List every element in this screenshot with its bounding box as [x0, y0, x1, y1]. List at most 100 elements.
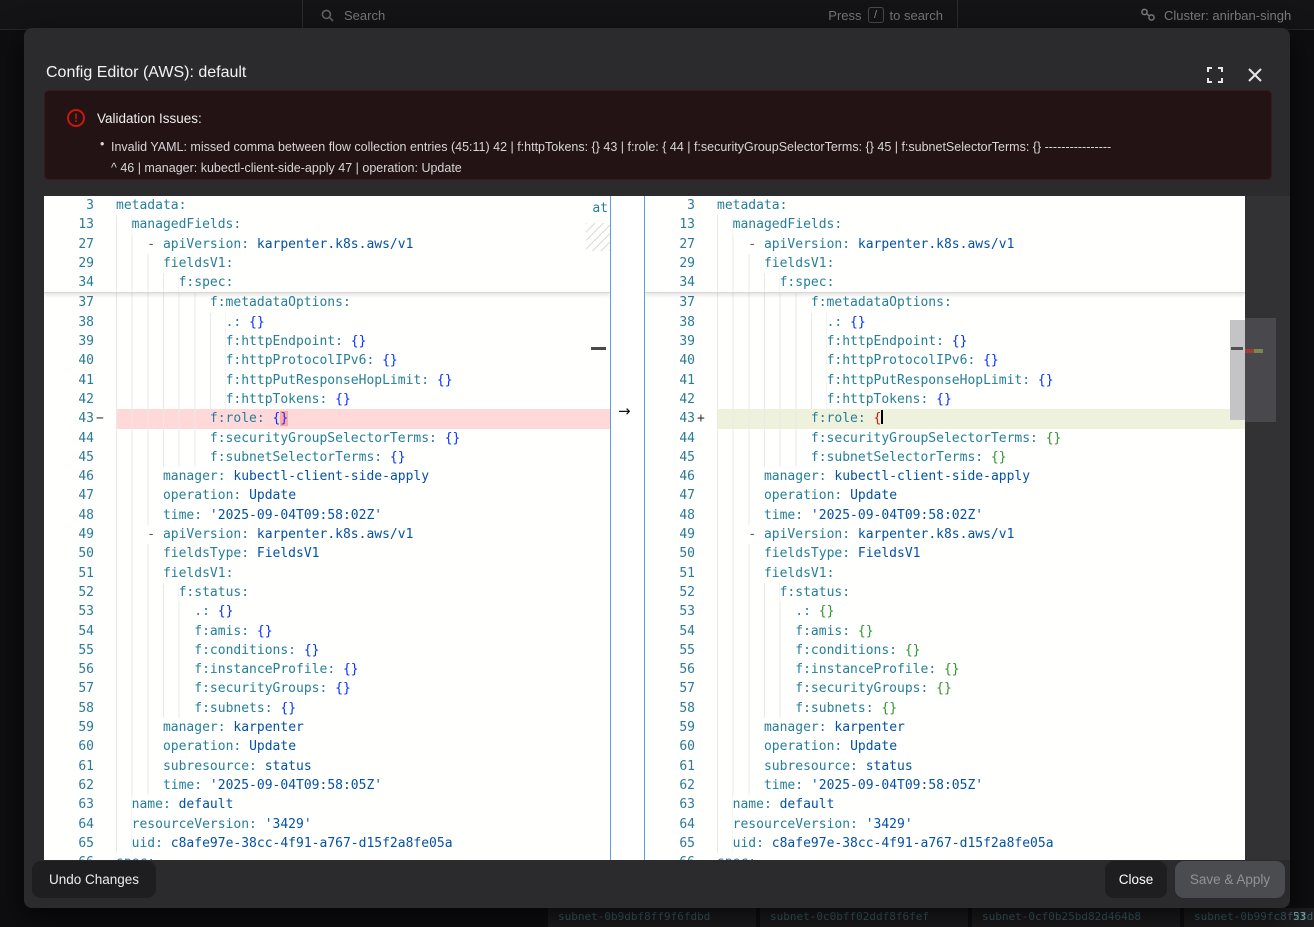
- cluster-selector[interactable]: Cluster: anirban-singh: [1140, 0, 1291, 30]
- code-line[interactable]: 55f:conditions: {}: [44, 641, 610, 660]
- line-gutter: 29: [645, 254, 717, 273]
- sticky-line[interactable]: 29fieldsV1:: [645, 254, 1245, 273]
- code-line[interactable]: 49- apiVersion: karpenter.k8s.aws/v1: [44, 525, 610, 544]
- code-line[interactable]: 45f:subnetSelectorTerms: {}: [44, 448, 610, 467]
- modified-editor-pane[interactable]: 3metadata:13managedFields:27- apiVersion…: [645, 196, 1245, 860]
- code-line[interactable]: 59manager: karpenter: [645, 718, 1245, 737]
- sticky-line[interactable]: 29fieldsV1:: [44, 254, 610, 273]
- code-line[interactable]: 65uid: c8afe97e-38cc-4f91-a767-d15f2a8fe…: [44, 834, 610, 853]
- code-line[interactable]: 49- apiVersion: karpenter.k8s.aws/v1: [645, 525, 1245, 544]
- revert-arrow-button[interactable]: →: [618, 402, 631, 420]
- original-code[interactable]: 37f:metadataOptions:38.: {}39f:httpEndpo…: [44, 293, 610, 860]
- line-gutter: 55: [645, 641, 717, 660]
- global-search-input[interactable]: Search Press / to search: [302, 0, 958, 30]
- code-line[interactable]: 39f:httpEndpoint: {}: [44, 332, 610, 351]
- code-line[interactable]: 43−f:role: {}: [44, 409, 610, 428]
- save-apply-button-disabled[interactable]: Save & Apply: [1175, 861, 1285, 898]
- code-line[interactable]: 52f:status:: [44, 583, 610, 602]
- original-editor-pane[interactable]: 3metadata:13managedFields:27- apiVersion…: [44, 196, 610, 860]
- sticky-line[interactable]: 34f:spec:: [44, 273, 610, 292]
- code-line[interactable]: 61subresource: status: [44, 757, 610, 776]
- code-line[interactable]: 50fieldsType: FieldsV1: [44, 544, 610, 563]
- code-line[interactable]: 47operation: Update: [44, 486, 610, 505]
- code-line[interactable]: 58f:subnets: {}: [645, 699, 1245, 718]
- code-line[interactable]: 50fieldsType: FieldsV1: [645, 544, 1245, 563]
- code-line[interactable]: 57f:securityGroups: {}: [645, 679, 1245, 698]
- token: [163, 836, 171, 851]
- code-line[interactable]: 51fieldsV1:: [44, 564, 610, 583]
- code-line[interactable]: 51fieldsV1:: [645, 564, 1245, 583]
- code-line[interactable]: 39f:httpEndpoint: {}: [645, 332, 1245, 351]
- code-line[interactable]: 37f:metadataOptions:: [645, 293, 1245, 312]
- sticky-line[interactable]: 34f:spec:: [645, 273, 1245, 292]
- code-text: manager: kubectl-client-side-apply: [717, 467, 1245, 486]
- code-line[interactable]: 63name: default: [44, 795, 610, 814]
- code-line[interactable]: 66spec:: [44, 853, 610, 860]
- code-line[interactable]: 41f:httpPutResponseHopLimit: {}: [44, 371, 610, 390]
- code-line[interactable]: 44f:securityGroupSelectorTerms: {}: [645, 429, 1245, 448]
- sticky-line[interactable]: 13managedFields:: [645, 215, 1245, 234]
- sticky-line[interactable]: 13managedFields:: [44, 215, 610, 234]
- sticky-line[interactable]: 3metadata:: [44, 196, 610, 215]
- code-line[interactable]: 57f:securityGroups: {}: [44, 679, 610, 698]
- token: FieldsV1: [257, 546, 320, 561]
- search-shortcut-hint: Press / to search: [828, 0, 943, 30]
- expand-icon[interactable]: [1206, 66, 1228, 88]
- modified-code[interactable]: 37f:metadataOptions:38.: {}39f:httpEndpo…: [645, 293, 1245, 860]
- diff-sash[interactable]: →: [610, 196, 645, 860]
- code-line[interactable]: 62time: '2025-09-04T09:58:05Z': [645, 776, 1245, 795]
- minimap[interactable]: [1245, 196, 1290, 860]
- code-line[interactable]: 45f:subnetSelectorTerms: {}: [645, 448, 1245, 467]
- undo-changes-button[interactable]: Undo Changes: [32, 861, 156, 898]
- code-line[interactable]: 56f:instanceProfile: {}: [44, 660, 610, 679]
- code-line[interactable]: 61subresource: status: [645, 757, 1245, 776]
- code-line[interactable]: 64resourceVersion: '3429': [44, 815, 610, 834]
- close-button[interactable]: Close: [1105, 861, 1167, 898]
- line-gutter: 63: [44, 795, 116, 814]
- token: [202, 778, 210, 793]
- code-line[interactable]: 38.: {}: [645, 313, 1245, 332]
- code-line[interactable]: 43+f:role: {: [645, 409, 1245, 428]
- code-line[interactable]: 41f:httpPutResponseHopLimit: {}: [645, 371, 1245, 390]
- code-line[interactable]: 53.: {}: [44, 602, 610, 621]
- code-line[interactable]: 54f:amis: {}: [645, 622, 1245, 641]
- code-line[interactable]: 46manager: kubectl-client-side-apply: [645, 467, 1245, 486]
- code-line[interactable]: 44f:securityGroupSelectorTerms: {}: [44, 429, 610, 448]
- code-line[interactable]: 48time: '2025-09-04T09:58:02Z': [645, 506, 1245, 525]
- code-line[interactable]: 56f:instanceProfile: {}: [645, 660, 1245, 679]
- code-line[interactable]: 60operation: Update: [645, 737, 1245, 756]
- code-line[interactable]: 53.: {}: [645, 602, 1245, 621]
- line-number: 51: [645, 564, 695, 583]
- code-line[interactable]: 38.: {}: [44, 313, 610, 332]
- code-line[interactable]: 63name: default: [645, 795, 1245, 814]
- sticky-line[interactable]: 27- apiVersion: karpenter.k8s.aws/v1: [645, 235, 1245, 254]
- code-line[interactable]: 60operation: Update: [44, 737, 610, 756]
- code-line[interactable]: 48time: '2025-09-04T09:58:02Z': [44, 506, 610, 525]
- sticky-line[interactable]: 27- apiVersion: karpenter.k8s.aws/v1: [44, 235, 610, 254]
- token: {}: [881, 701, 897, 716]
- code-line[interactable]: 46manager: kubectl-client-side-apply: [44, 467, 610, 486]
- code-line[interactable]: 40f:httpProtocolIPv6: {}: [645, 351, 1245, 370]
- code-line[interactable]: 65uid: c8afe97e-38cc-4f91-a767-d15f2a8fe…: [645, 834, 1245, 853]
- line-gutter: 49: [645, 525, 717, 544]
- code-line[interactable]: 37f:metadataOptions:: [44, 293, 610, 312]
- code-line[interactable]: 54f:amis: {}: [44, 622, 610, 641]
- code-line[interactable]: 42f:httpTokens: {}: [44, 390, 610, 409]
- code-line[interactable]: 52f:status:: [645, 583, 1245, 602]
- close-icon[interactable]: [1246, 66, 1268, 88]
- token: [296, 643, 304, 658]
- code-text: f:httpEndpoint: {}: [116, 332, 610, 351]
- code-line[interactable]: 42f:httpTokens: {}: [645, 390, 1245, 409]
- code-line[interactable]: 59manager: karpenter: [44, 718, 610, 737]
- sticky-line[interactable]: 3metadata:: [645, 196, 1245, 215]
- code-line[interactable]: 58f:subnets: {}: [44, 699, 610, 718]
- vertical-scrollbar[interactable]: [1230, 320, 1245, 420]
- code-line[interactable]: 66spec:: [645, 853, 1245, 860]
- code-line[interactable]: 64resourceVersion: '3429': [645, 815, 1245, 834]
- code-line[interactable]: 55f:conditions: {}: [645, 641, 1245, 660]
- code-line[interactable]: 40f:httpProtocolIPv6: {}: [44, 351, 610, 370]
- minimap-slider[interactable]: [1245, 318, 1276, 422]
- code-line[interactable]: 47operation: Update: [645, 486, 1245, 505]
- token: f:conditions:: [194, 643, 296, 658]
- code-line[interactable]: 62time: '2025-09-04T09:58:05Z': [44, 776, 610, 795]
